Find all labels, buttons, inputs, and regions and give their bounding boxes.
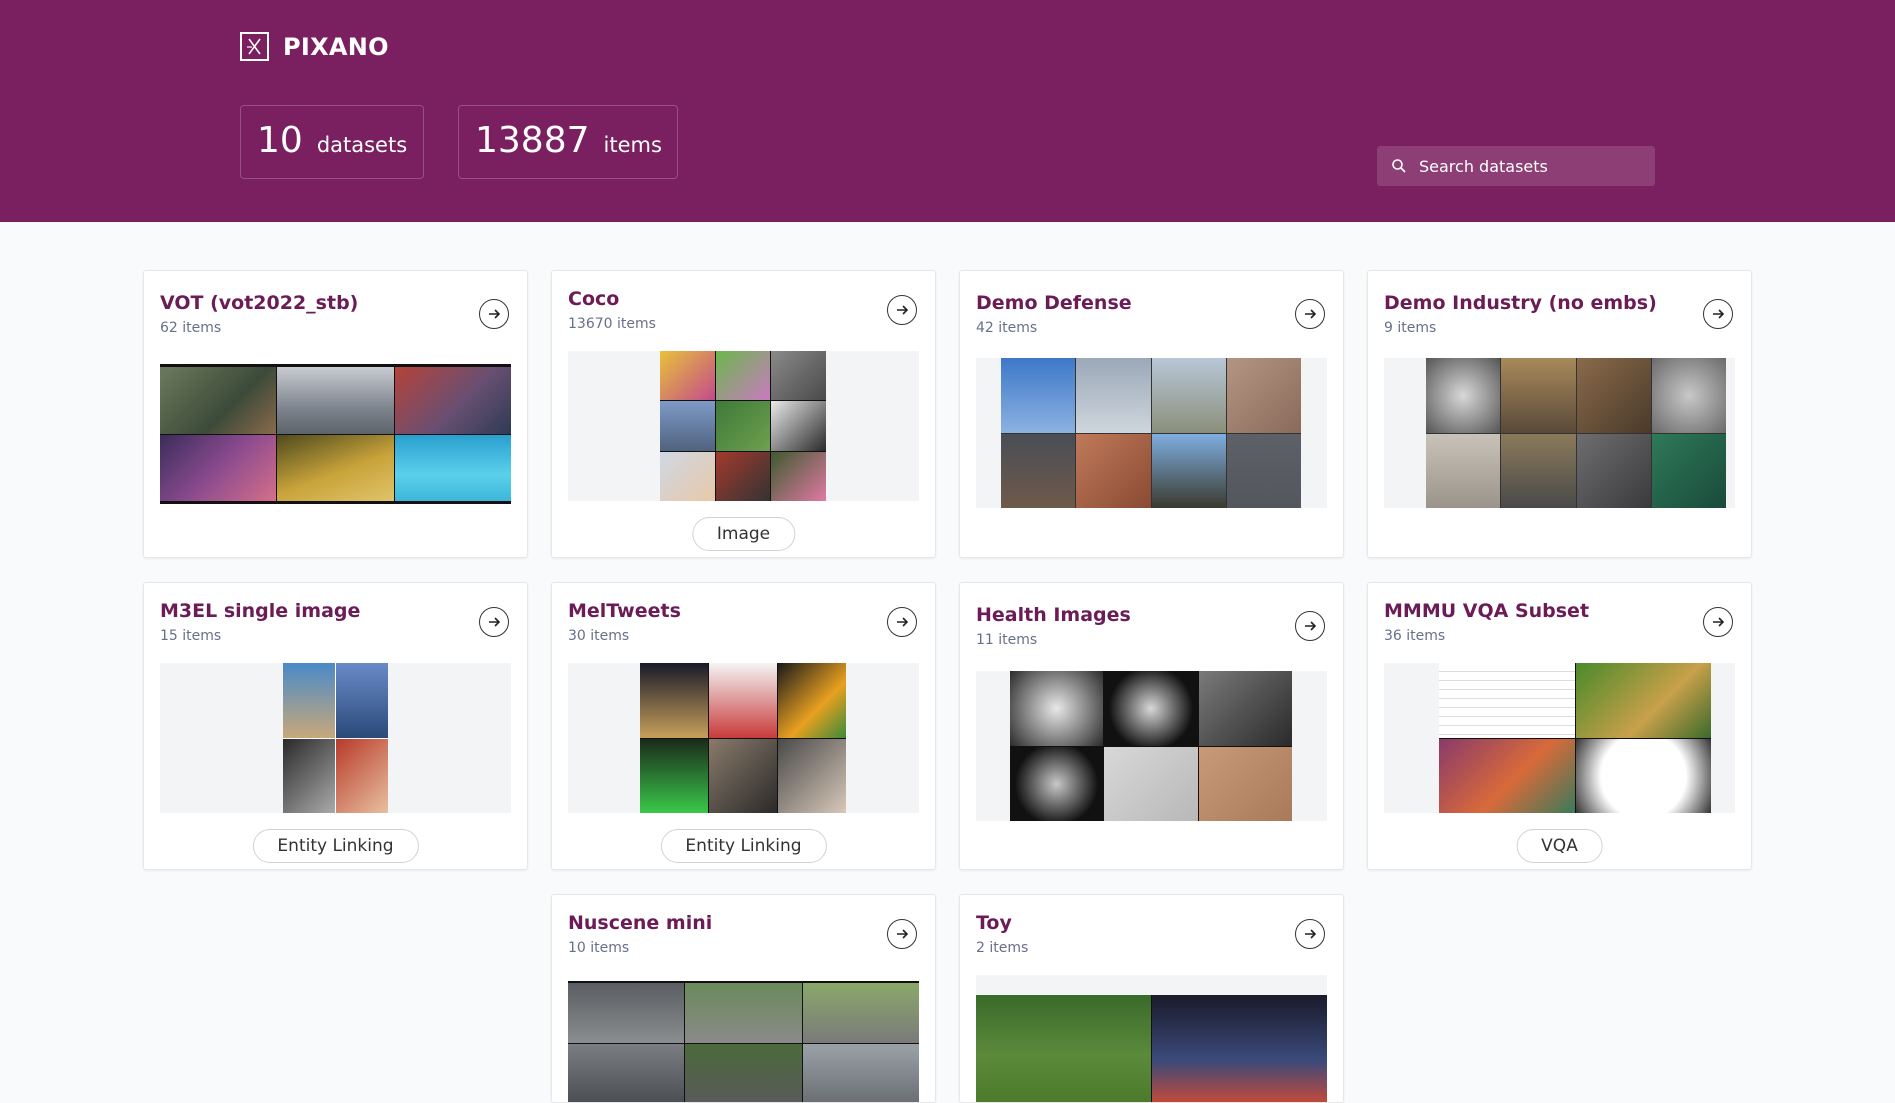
dataset-preview: [160, 663, 511, 813]
dataset-item-count: 36 items: [1384, 628, 1446, 644]
dataset-type-badge: VQA: [1516, 829, 1603, 863]
datasets-stat: 10 datasets: [240, 105, 424, 179]
dataset-preview: [976, 975, 1327, 1102]
arrow-right-icon[interactable]: [1295, 299, 1325, 329]
dataset-card-m3el[interactable]: M3EL single image 15 items Entity Linkin…: [143, 582, 528, 870]
dataset-card-vot[interactable]: VOT (vot2022_stb) 62 items: [143, 270, 528, 558]
pixano-logo-icon: [240, 32, 269, 61]
dataset-preview: [568, 981, 919, 1102]
dataset-item-count: 62 items: [160, 320, 222, 336]
dataset-type-badge: Image: [691, 517, 796, 551]
arrow-right-icon[interactable]: [1703, 607, 1733, 637]
dataset-item-count: 2 items: [976, 940, 1029, 956]
dataset-card-mmmu-vqa[interactable]: MMMU VQA Subset 36 items VQA: [1367, 582, 1752, 870]
dataset-type-badge: Entity Linking: [660, 829, 827, 863]
dataset-title[interactable]: VOT (vot2022_stb): [160, 292, 358, 314]
dataset-preview: [976, 358, 1327, 508]
arrow-right-icon[interactable]: [1703, 299, 1733, 329]
dataset-type-badge: Entity Linking: [252, 829, 419, 863]
dataset-card-toy[interactable]: Toy 2 items: [959, 894, 1344, 1103]
arrow-right-icon[interactable]: [887, 607, 917, 637]
dataset-title[interactable]: M3EL single image: [160, 600, 360, 622]
search-input[interactable]: [1419, 156, 1639, 176]
dataset-card-demo-defense[interactable]: Demo Defense 42 items: [959, 270, 1344, 558]
dataset-item-count: 13670 items: [568, 316, 656, 332]
dataset-title[interactable]: Nuscene mini: [568, 912, 712, 934]
search-box[interactable]: [1377, 146, 1655, 186]
dataset-title[interactable]: Coco: [568, 288, 619, 310]
search-icon: [1392, 159, 1406, 173]
dataset-title[interactable]: Health Images: [976, 604, 1131, 626]
dataset-preview: [1384, 358, 1735, 508]
dataset-item-count: 9 items: [1384, 320, 1437, 336]
dataset-title[interactable]: Demo Defense: [976, 292, 1132, 314]
dataset-title[interactable]: Demo Industry (no embs): [1384, 292, 1657, 314]
datasets-count: 10: [257, 120, 303, 161]
dataset-preview: [1384, 663, 1735, 813]
arrow-right-icon[interactable]: [887, 295, 917, 325]
dataset-item-count: 15 items: [160, 628, 222, 644]
dataset-preview: [160, 364, 511, 504]
dataset-preview: [568, 663, 919, 813]
arrow-right-icon[interactable]: [1295, 919, 1325, 949]
dataset-card-demo-industry[interactable]: Demo Industry (no embs) 9 items: [1367, 270, 1752, 558]
dataset-card-health-images[interactable]: Health Images 11 items: [959, 582, 1344, 870]
items-count: 13887: [475, 120, 590, 161]
app-name: PIXANO: [283, 32, 389, 61]
dataset-item-count: 10 items: [568, 940, 630, 956]
dataset-card-meltweets[interactable]: MelTweets 30 items Entity Linking: [551, 582, 936, 870]
arrow-right-icon[interactable]: [479, 299, 509, 329]
dataset-card-nuscene-mini[interactable]: Nuscene mini 10 items: [551, 894, 936, 1103]
dataset-item-count: 11 items: [976, 632, 1038, 648]
app-header: PIXANO 10 datasets 13887 items: [0, 0, 1895, 222]
dataset-preview: [976, 671, 1327, 821]
dataset-title[interactable]: MelTweets: [568, 600, 681, 622]
arrow-right-icon[interactable]: [887, 919, 917, 949]
items-stat: 13887 items: [458, 105, 678, 179]
items-label: items: [603, 133, 662, 157]
dataset-item-count: 30 items: [568, 628, 630, 644]
arrow-right-icon[interactable]: [479, 607, 509, 637]
app-logo[interactable]: PIXANO: [240, 32, 389, 61]
dataset-preview: [568, 351, 919, 501]
dataset-title[interactable]: MMMU VQA Subset: [1384, 600, 1589, 622]
datasets-label: datasets: [316, 133, 408, 157]
dataset-card-coco[interactable]: Coco 13670 items Image: [551, 270, 936, 558]
dataset-title[interactable]: Toy: [976, 912, 1012, 934]
arrow-right-icon[interactable]: [1295, 611, 1325, 641]
dataset-item-count: 42 items: [976, 320, 1038, 336]
